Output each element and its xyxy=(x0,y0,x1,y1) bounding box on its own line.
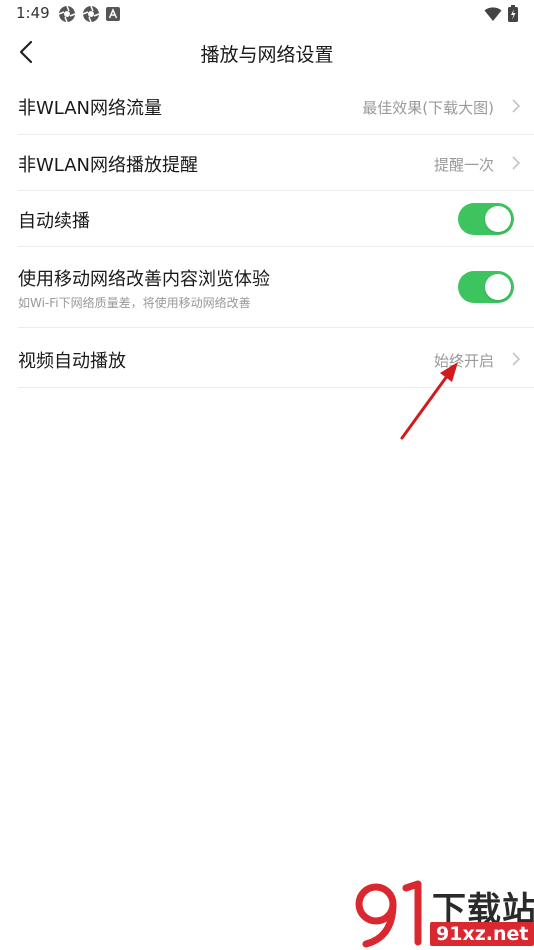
setting-label: 非WLAN网络流量 xyxy=(18,98,163,119)
status-system-icons xyxy=(484,5,518,22)
setting-non-wlan-traffic[interactable]: 非WLAN网络流量 最佳效果(下载大图) xyxy=(18,78,534,135)
toggle-knob xyxy=(485,206,511,232)
setting-label: 使用移动网络改善内容浏览体验 xyxy=(18,269,270,290)
annotation-arrow-icon xyxy=(400,362,458,440)
battery-charging-icon xyxy=(508,5,518,22)
mobile-network-improve-toggle[interactable] xyxy=(458,271,514,303)
chevron-right-icon xyxy=(512,156,521,170)
title-bar: 播放与网络设置 xyxy=(0,28,534,76)
setting-label: 非WLAN网络播放提醒 xyxy=(18,155,199,176)
setting-mobile-network-improve: 使用移动网络改善内容浏览体验 如Wi-Fi下网络质量差，将使用移动网络改善 xyxy=(18,247,534,328)
watermark-logo-icon xyxy=(355,880,422,948)
auto-continue-toggle[interactable] xyxy=(458,203,514,235)
aperture-icon xyxy=(58,5,76,23)
status-time: 1:49 xyxy=(16,4,50,22)
wifi-icon xyxy=(484,6,502,21)
app-a-icon xyxy=(106,7,120,21)
chevron-right-icon xyxy=(512,352,521,366)
setting-value: 提醒一次 xyxy=(433,156,494,174)
chevron-right-icon xyxy=(512,99,521,113)
setting-subtitle: 如Wi-Fi下网络质量差，将使用移动网络改善 xyxy=(18,296,251,310)
setting-label: 自动续播 xyxy=(18,211,90,232)
setting-auto-continue-play: 自动续播 xyxy=(18,191,534,247)
watermark: 下载站 91xz.net xyxy=(354,880,534,950)
aperture-icon xyxy=(82,5,100,23)
page-title: 播放与网络设置 xyxy=(200,44,334,66)
setting-label: 视频自动播放 xyxy=(18,351,126,372)
toggle-knob xyxy=(485,274,511,300)
setting-value: 最佳效果(下载大图) xyxy=(362,99,494,117)
setting-non-wlan-play-reminder[interactable]: 非WLAN网络播放提醒 提醒一次 xyxy=(18,135,534,191)
settings-list: 非WLAN网络流量 最佳效果(下载大图) 非WLAN网络播放提醒 提醒一次 自动… xyxy=(18,78,534,388)
status-bar: 1:49 xyxy=(0,0,534,28)
watermark-domain: 91xz.net xyxy=(430,922,534,946)
status-notification-icons xyxy=(58,5,120,23)
